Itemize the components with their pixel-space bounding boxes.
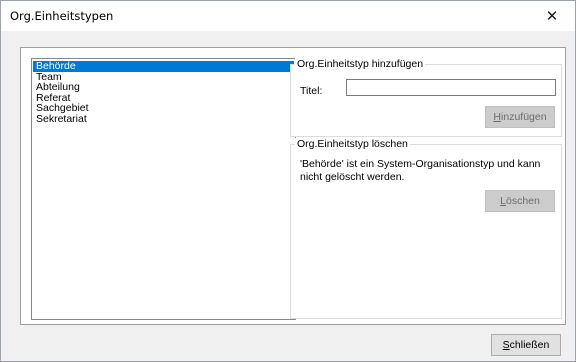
add-button-label: inzufügen [501,111,547,123]
window-title: Org.Einheitstypen [10,9,114,23]
close-button[interactable]: Schließen [491,334,561,356]
dialog-content: Behörde Team Abteilung Referat Sachgebie… [20,47,566,325]
add-button[interactable]: Hinzufügen [485,106,555,128]
close-button-label: chließen [509,339,550,351]
dialog-window: Org.Einheitstypen ✕ Behörde Team Abteilu… [0,0,576,362]
add-group-title: Org.Einheitstyp hinzufügen [295,58,426,70]
org-unit-type-list[interactable]: Behörde Team Abteilung Referat Sachgebie… [31,58,296,320]
title-bar[interactable]: Org.Einheitstypen ✕ [1,1,575,31]
delete-type-group: Org.Einheitstyp löschen 'Behörde' ist ei… [290,138,562,319]
add-button-mnemonic: H [493,111,502,123]
delete-button[interactable]: Löschen [485,190,555,212]
delete-button-label: öschen [505,195,540,207]
delete-group-title: Org.Einheitstyp löschen [295,138,410,150]
delete-message: 'Behörde' ist ein System-Organisationsty… [300,158,541,183]
close-button-mnemonic: S [502,339,510,351]
list-item[interactable]: Sachgebiet [33,103,294,114]
title-input[interactable] [346,79,556,96]
add-type-group: Org.Einheitstyp hinzufügen Titel: Hinzuf… [290,58,562,137]
list-item[interactable]: Abteilung [33,82,294,93]
close-icon[interactable]: ✕ [529,1,575,31]
title-field-label: Titel: [300,85,323,97]
list-item[interactable]: Sekretariat [33,113,294,125]
list-item[interactable]: Behörde [33,61,294,72]
